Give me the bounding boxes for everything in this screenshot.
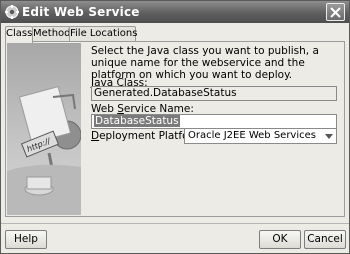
java-class-value: Generated.DatabaseStatus (94, 87, 237, 99)
gear-icon (5, 5, 19, 19)
ok-button-label: OK (272, 233, 288, 245)
tab-class[interactable]: Class (5, 26, 33, 43)
close-icon (330, 7, 341, 18)
cancel-button-label: Cancel (307, 233, 343, 245)
deployment-platform-value: Oracle J2EE Web Services (188, 130, 316, 141)
chevron-down-icon[interactable] (322, 129, 336, 143)
help-button[interactable]: Help (5, 230, 47, 249)
close-button[interactable] (326, 3, 345, 21)
edit-web-service-dialog: Edit Web Service Class Methods File Loca… (0, 0, 350, 254)
help-button-label: Help (14, 233, 38, 245)
java-class-field[interactable]: Generated.DatabaseStatus (91, 86, 337, 101)
cancel-button[interactable]: Cancel (304, 230, 346, 249)
ok-button[interactable]: OK (259, 230, 301, 249)
title-bar[interactable]: Edit Web Service (1, 1, 349, 23)
footer-divider (1, 223, 349, 224)
deployment-platform-select[interactable]: Oracle J2EE Web Services (184, 128, 337, 144)
web-service-name-input[interactable]: DatabaseStatus (91, 114, 337, 129)
tab-methods[interactable]: Methods (32, 26, 76, 42)
web-service-name-value: DatabaseStatus (94, 115, 180, 127)
wizard-illustration: http:// (7, 43, 81, 215)
tab-file-locations[interactable]: File Locations (69, 26, 138, 42)
instructions-text: Select the Java class you want to publis… (91, 45, 319, 81)
tab-file-locations-label: File Locations (70, 28, 138, 39)
window-title: Edit Web Service (22, 5, 140, 19)
tab-class-label: Class (6, 28, 33, 39)
